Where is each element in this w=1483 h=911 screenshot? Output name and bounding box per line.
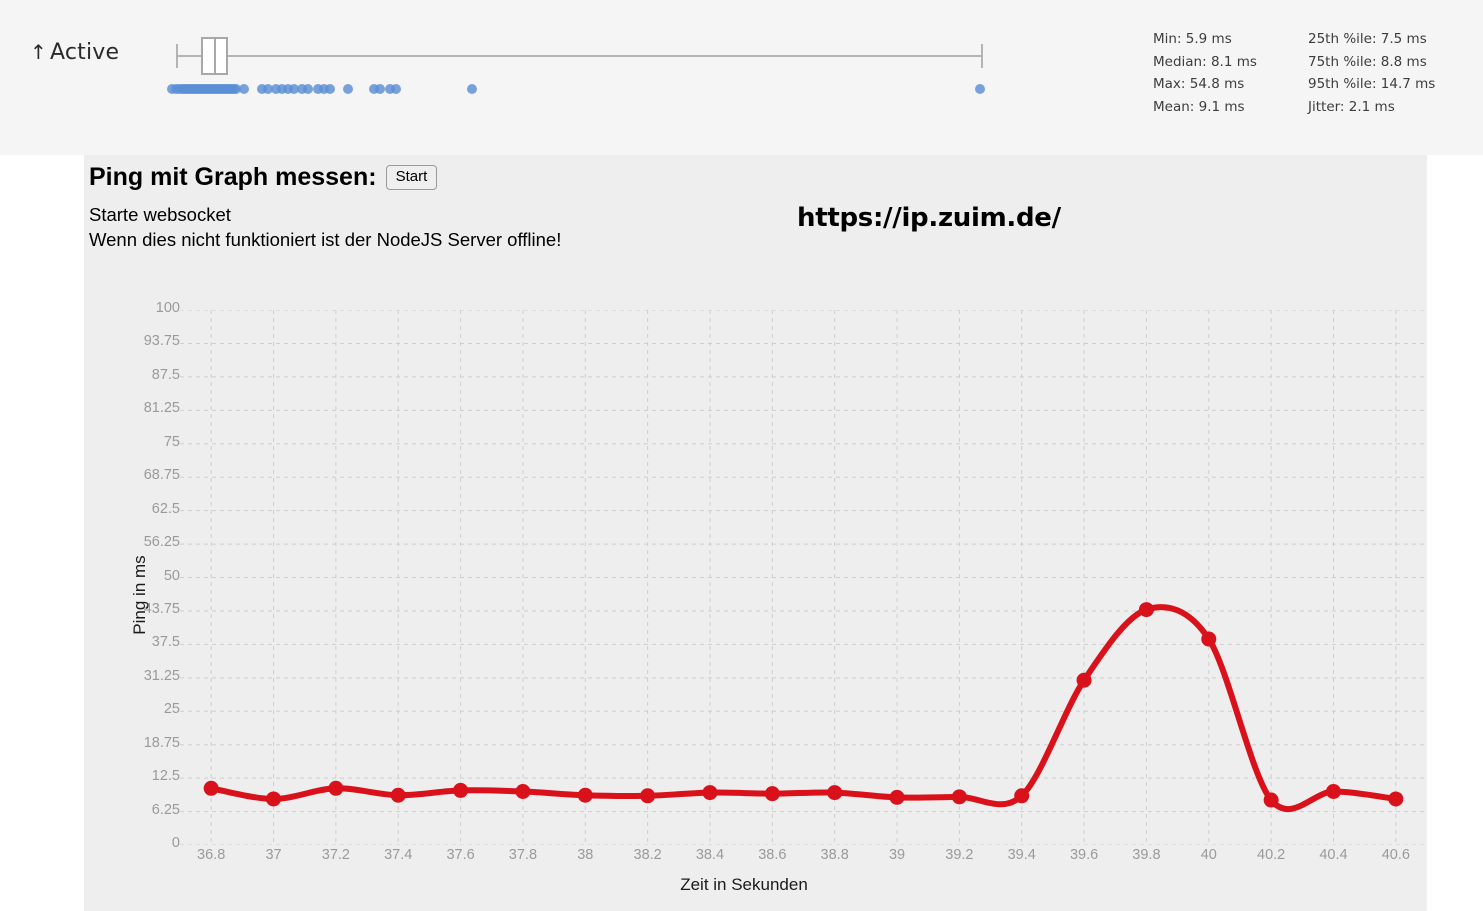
ping-graph-panel: Ping mit Graph messen: Start Starte webs… <box>84 155 1427 911</box>
data-point[interactable] <box>1325 784 1341 799</box>
x-axis-tick: 37 <box>265 847 282 863</box>
y-axis-tick: 12.5 <box>151 768 180 785</box>
strip-plot-dot <box>303 84 313 94</box>
data-point[interactable] <box>951 789 967 805</box>
x-axis-title: Zeit in Sekunden <box>680 875 808 894</box>
grid-lines <box>180 310 1427 845</box>
summary-bar: ↑ Active Min: 5.9 ms Median: 8.1 ms Max: 54… <box>0 0 1483 155</box>
x-axis-tick: 37.6 <box>446 847 475 863</box>
stat-item-2: 95th %ile: 14.7 ms <box>1308 76 1436 92</box>
data-point[interactable] <box>1388 791 1404 807</box>
strip-plot-dot <box>325 84 335 94</box>
x-axis-tick: 38 <box>577 847 594 863</box>
y-axis-tick: 68.75 <box>143 467 180 484</box>
boxplot-whisker-line <box>176 55 983 57</box>
x-axis-tick: 40.4 <box>1319 847 1348 863</box>
y-axis-tick: 93.75 <box>143 333 180 350</box>
plot-area <box>180 310 1427 845</box>
y-axis-tick: 62.5 <box>151 500 180 517</box>
x-axis-tick: 39.6 <box>1069 847 1099 863</box>
latency-stats: Min: 5.9 ms Median: 8.1 ms Max: 54.8 ms Mea… <box>1153 28 1473 118</box>
stat-item-1: Median: 8.1 ms <box>1153 53 1257 70</box>
x-axis-tick: 37.4 <box>384 847 413 863</box>
stat-item-1: 75th %ile: 8.8 ms <box>1308 53 1427 70</box>
strip-plot-dot <box>467 84 477 94</box>
strip-plot-dot <box>343 84 353 94</box>
x-axis-tick: 38.2 <box>633 847 662 863</box>
x-axis-tick: 40.2 <box>1257 847 1286 863</box>
y-axis-tick: 0 <box>171 835 180 851</box>
strip-plot-dot <box>975 84 985 94</box>
x-axis-tick: 40 <box>1200 847 1217 863</box>
data-point[interactable] <box>390 787 406 803</box>
y-axis-tick: 81.25 <box>143 400 180 417</box>
ping-series-line <box>208 604 1399 812</box>
y-axis-tick: 43.75 <box>143 600 180 617</box>
strip-plot-dot <box>375 84 385 94</box>
strip-plot-dot <box>391 84 401 94</box>
data-point[interactable] <box>764 786 780 802</box>
boxplot-min-cap <box>176 44 178 68</box>
x-axis-tick: 37.8 <box>508 847 538 863</box>
data-point[interactable] <box>827 785 843 801</box>
latency-boxplot <box>0 0 1120 155</box>
data-point[interactable] <box>577 787 593 803</box>
data-point[interactable] <box>1014 788 1030 804</box>
x-axis-tick: 40.6 <box>1381 847 1410 863</box>
x-axis-tick: 38.6 <box>758 847 787 863</box>
y-axis-tick: 56.25 <box>143 534 180 551</box>
y-axis-tick: 25 <box>163 701 180 718</box>
data-point[interactable] <box>1201 631 1217 647</box>
y-axis-tick: 31.25 <box>143 667 180 684</box>
boxplot-max-cap <box>981 44 983 68</box>
x-axis-tick: 37.2 <box>321 847 350 863</box>
ping-series-points <box>203 602 1404 808</box>
x-axis-tick: 36.8 <box>197 847 226 863</box>
stats-column-right: 25th %ile: 7.5 ms 75th %ile: 8.8 ms 95th %… <box>1308 28 1463 118</box>
stat-item-2: Max: 54.8 ms <box>1153 76 1245 92</box>
stat-item-3: Mean: 9.1 ms <box>1153 98 1245 115</box>
y-axis-tick: 87.5 <box>151 366 180 383</box>
stat-item-0: Min: 5.9 ms <box>1153 31 1232 47</box>
ping-line-chart: 0 6.25 12.5 18.75 25 31.25 37.5 43.75 50 56.25 62.… <box>84 155 1427 911</box>
data-point[interactable] <box>515 784 531 799</box>
data-point[interactable] <box>1138 602 1154 618</box>
stats-column-left: Min: 5.9 ms Median: 8.1 ms Max: 54.8 ms Mea… <box>1153 28 1308 118</box>
x-axis-tick: 39.2 <box>945 847 974 863</box>
data-point[interactable] <box>453 782 469 798</box>
y-axis-tick: 6.25 <box>151 801 180 818</box>
data-point[interactable] <box>266 791 282 807</box>
stat-item-3: Jitter: 2.1 ms <box>1308 98 1395 115</box>
data-point[interactable] <box>702 785 718 801</box>
y-axis-tick: 75 <box>163 433 180 450</box>
data-point[interactable] <box>640 788 656 804</box>
x-axis-tick: 38.8 <box>820 847 849 863</box>
x-axis-tick: 39 <box>888 847 906 863</box>
stat-item-0: 25th %ile: 7.5 ms <box>1308 31 1427 47</box>
y-axis-tick: 37.5 <box>151 634 180 651</box>
data-point[interactable] <box>203 780 219 796</box>
boxplot-median-line <box>214 37 216 75</box>
y-axis-tick: 18.75 <box>143 734 180 751</box>
data-point[interactable] <box>889 789 905 805</box>
x-axis-tick: 38.4 <box>695 847 725 863</box>
y-axis-title: Ping in ms <box>130 555 149 635</box>
data-point[interactable] <box>1076 672 1092 688</box>
strip-plot-dot <box>239 84 249 94</box>
data-point[interactable] <box>1263 792 1279 808</box>
y-axis-tick: 100 <box>155 300 180 316</box>
y-axis-tick: 50 <box>163 567 180 584</box>
x-axis-tick: 39.4 <box>1007 847 1036 863</box>
x-axis-tick: 39.8 <box>1132 847 1161 863</box>
data-point[interactable] <box>328 780 344 796</box>
